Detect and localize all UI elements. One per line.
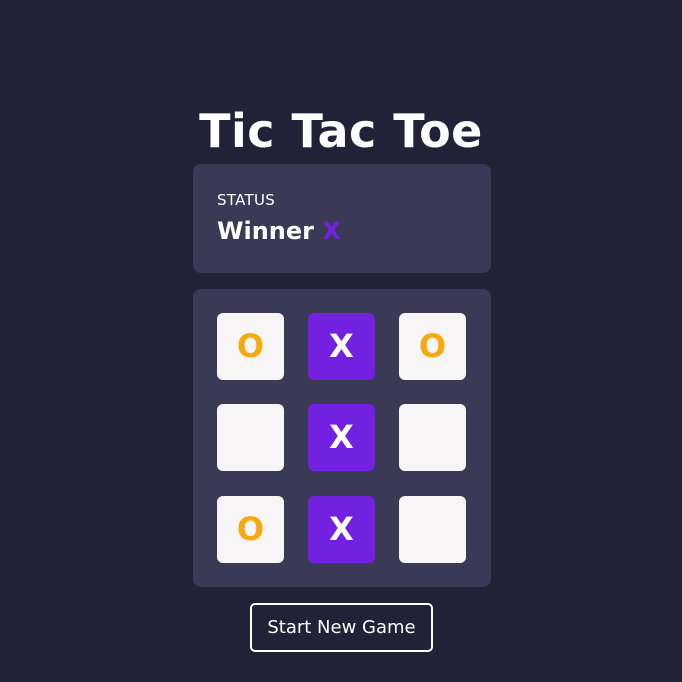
status-value: Winner X xyxy=(217,216,341,246)
board-cell-4[interactable] xyxy=(217,404,284,471)
game-board: O X O X O X xyxy=(193,289,491,587)
board-cell-3[interactable]: O xyxy=(399,313,466,380)
board-cell-7[interactable]: O xyxy=(217,496,284,563)
status-label: STATUS xyxy=(217,191,276,209)
start-new-game-button[interactable]: Start New Game xyxy=(250,603,433,652)
board-cell-8[interactable]: X xyxy=(308,496,375,563)
status-text: Winner xyxy=(217,217,314,245)
status-card: STATUS Winner X xyxy=(193,164,491,273)
board-cell-9[interactable] xyxy=(399,496,466,563)
board-cell-1[interactable]: O xyxy=(217,313,284,380)
board-cell-6[interactable] xyxy=(399,404,466,471)
board-cell-5[interactable]: X xyxy=(308,404,375,471)
board-cell-2[interactable]: X xyxy=(308,313,375,380)
status-winner-mark: X xyxy=(322,217,341,245)
page-title: Tic Tac Toe xyxy=(199,103,483,158)
